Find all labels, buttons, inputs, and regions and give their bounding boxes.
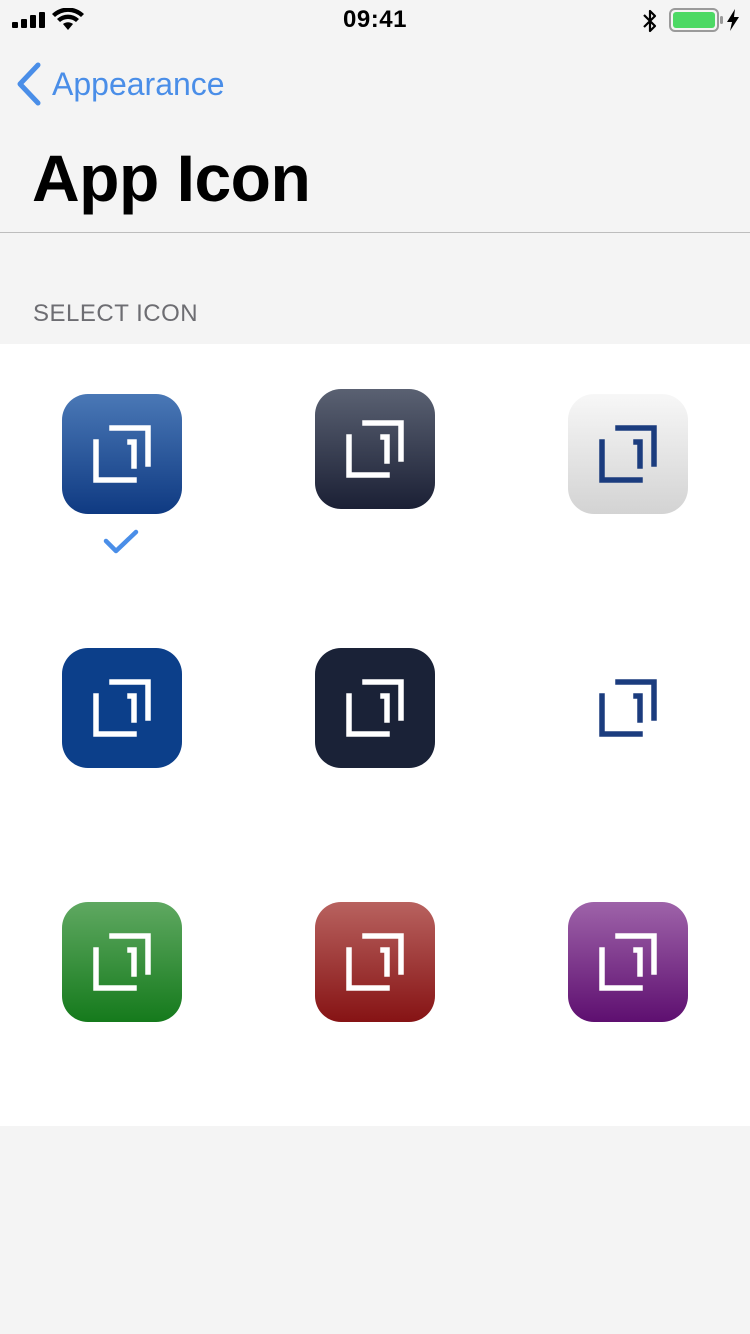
status-time: 09:41 <box>343 6 407 33</box>
bluetooth-icon <box>643 9 657 33</box>
app-glyph-icon <box>599 679 657 737</box>
icon-option-blue-gradient[interactable] <box>62 394 182 514</box>
divider <box>0 232 750 233</box>
icon-option-solid-blue[interactable] <box>62 648 182 768</box>
page-title: App Icon <box>32 141 311 215</box>
charging-bolt-icon <box>727 9 739 31</box>
section-header: SELECT ICON <box>33 300 199 327</box>
icon-option-light-gradient[interactable] <box>568 394 688 514</box>
checkmark-icon <box>103 529 139 554</box>
app-glyph-icon <box>599 933 657 991</box>
app-glyph-icon <box>346 420 404 478</box>
icon-option-red-gradient[interactable] <box>315 902 435 1022</box>
app-glyph-icon <box>93 933 151 991</box>
chevron-left-icon <box>17 62 41 106</box>
app-glyph-icon <box>346 679 404 737</box>
battery-icon <box>669 8 723 32</box>
app-glyph-icon <box>93 679 151 737</box>
icon-option-solid-dark[interactable] <box>315 648 435 768</box>
icon-option-green-gradient[interactable] <box>62 902 182 1022</box>
app-glyph-icon <box>93 425 151 483</box>
status-bar: 09:41 <box>0 0 750 40</box>
back-button-label: Appearance <box>52 65 225 102</box>
icon-option-plain-glyph[interactable] <box>568 648 688 768</box>
back-button[interactable]: Appearance <box>16 60 225 108</box>
app-glyph-icon <box>599 425 657 483</box>
icon-option-dark-gradient[interactable] <box>315 389 435 509</box>
app-glyph-icon <box>346 933 404 991</box>
icon-option-purple-gradient[interactable] <box>568 902 688 1022</box>
